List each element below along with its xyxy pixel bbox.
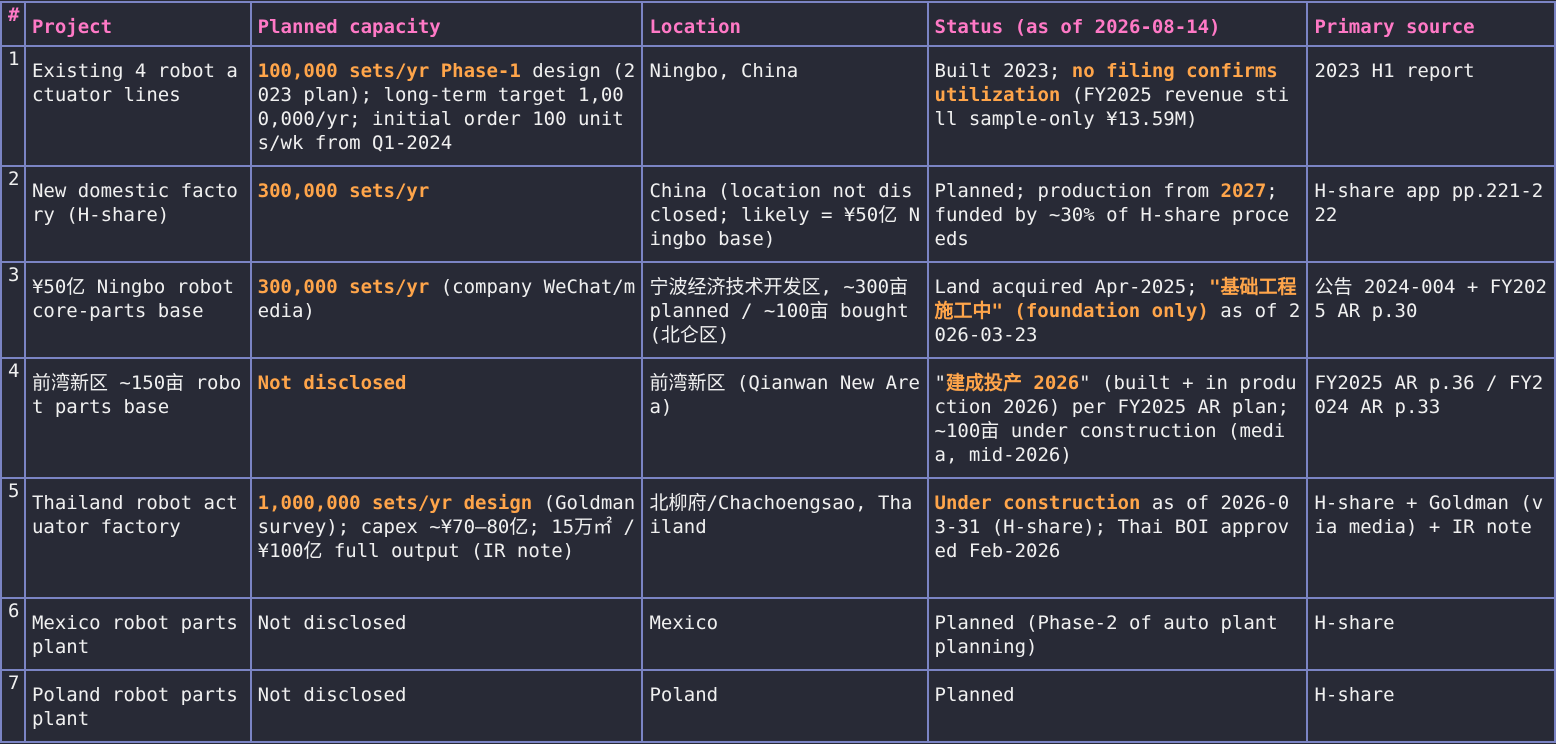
cell-text: Planned [934, 684, 1015, 706]
location-cell: Mexico [641, 597, 929, 671]
header-row: # Project Planned capacity Location Stat… [0, 1, 1556, 47]
highlighted-text: Not disclosed [257, 372, 407, 394]
cell-text: Mexico [649, 612, 719, 634]
highlighted-text: 建成投产 2026 [945, 372, 1080, 394]
header-index: # [0, 1, 26, 47]
source-cell: 公告 2024-004 + FY2025 AR p.30 [1306, 261, 1556, 359]
project-cell: Poland robot parts plant [23, 669, 252, 743]
cell-text: Built 2023; [934, 60, 1072, 82]
status-cell: Planned (Phase-2 of auto plant planning) [926, 597, 1309, 671]
project-cell: Mexico robot parts plant [23, 597, 252, 671]
status-cell: Under construction as of 2026-03-31 (H-s… [926, 477, 1309, 599]
table-row: 1 Existing 4 robot actuator lines 100,00… [0, 45, 1556, 167]
header-status: Status (as of 2026-08-14) [926, 1, 1309, 47]
project-cell: Thailand robot actuator factory [23, 477, 252, 599]
location-cell: 北柳府/Chachoengsao, Thailand [641, 477, 929, 599]
row-number: 7 [0, 669, 26, 743]
cell-text: Not disclosed [257, 612, 407, 634]
cell-text: 前湾新区 (Qianwan New Area) [649, 372, 920, 418]
row-number: 1 [0, 45, 26, 167]
project-cell: ¥50亿 Ningbo robot core-parts base [23, 261, 252, 359]
cell-text: Land acquired Apr-2025; [934, 276, 1210, 298]
location-cell: China (location not disclosed; likely = … [641, 165, 929, 263]
table-row: 6 Mexico robot parts plant Not disclosed… [0, 597, 1556, 671]
cell-text: Planned (Phase-2 of auto plant planning) [934, 612, 1278, 658]
capacity-cell: Not disclosed [249, 357, 644, 479]
location-cell: 前湾新区 (Qianwan New Area) [641, 357, 929, 479]
cell-text: Ningbo, China [649, 60, 799, 82]
table-row: 2 New domestic factory (H-share) 300,000… [0, 165, 1556, 263]
capacity-cell: 300,000 sets/yr [249, 165, 644, 263]
source-cell: H-share app pp.221-222 [1306, 165, 1556, 263]
project-cell: 前湾新区 ~150亩 robot parts base [23, 357, 252, 479]
highlighted-text: 100,000 sets/yr Phase-1 [257, 60, 521, 82]
row-number: 5 [0, 477, 26, 599]
row-number: 6 [0, 597, 26, 671]
project-cell: New domestic factory (H-share) [23, 165, 252, 263]
header-planned-capacity: Planned capacity [249, 1, 644, 47]
cell-text: Planned; production from [934, 180, 1221, 202]
source-cell: H-share [1306, 597, 1556, 671]
location-cell: Poland [641, 669, 929, 743]
project-cell: Existing 4 robot actuator lines [23, 45, 252, 167]
row-number: 3 [0, 261, 26, 359]
highlighted-text: 300,000 sets/yr [257, 180, 430, 202]
location-cell: Ningbo, China [641, 45, 929, 167]
cell-text: Not disclosed [257, 684, 407, 706]
row-number: 4 [0, 357, 26, 479]
table-body: 1 Existing 4 robot actuator lines 100,00… [0, 45, 1556, 743]
header-location: Location [641, 1, 929, 47]
header-primary-source: Primary source [1306, 1, 1556, 47]
status-cell: "建成投产 2026" (built + in production 2026)… [926, 357, 1309, 479]
capacity-cell: 1,000,000 sets/yr design (Goldman survey… [249, 477, 644, 599]
status-cell: Planned; production from 2027; funded by… [926, 165, 1309, 263]
table-row: 7 Poland robot parts plant Not disclosed… [0, 669, 1556, 743]
status-cell: Built 2023; no filing confirms utilizati… [926, 45, 1309, 167]
capacity-table: # Project Planned capacity Location Stat… [0, 1, 1556, 743]
highlighted-text: Under construction [934, 492, 1141, 514]
cell-text: China (location not disclosed; likely = … [649, 180, 921, 250]
status-cell: Planned [926, 669, 1309, 743]
capacity-cell: 300,000 sets/yr (company WeChat/media) [249, 261, 644, 359]
highlighted-text: 2027 [1220, 180, 1267, 202]
table-row: 4 前湾新区 ~150亩 robot parts base Not disclo… [0, 357, 1556, 479]
highlighted-text: 1,000,000 sets/yr design [257, 492, 533, 514]
cell-text: 北柳府/Chachoengsao, Thailand [649, 492, 913, 538]
highlighted-text: 300,000 sets/yr [257, 276, 430, 298]
capacity-cell: Not disclosed [249, 669, 644, 743]
cell-text: 宁波经济技术开发区, ~300亩 planned / ~100亩 bought … [649, 276, 909, 346]
source-cell: FY2025 AR p.36 / FY2024 AR p.33 [1306, 357, 1556, 479]
cell-text: Poland [649, 684, 719, 706]
capacity-cell: 100,000 sets/yr Phase-1 design (2023 pla… [249, 45, 644, 167]
status-cell: Land acquired Apr-2025; "基础工程施工中" (found… [926, 261, 1309, 359]
source-cell: 2023 H1 report [1306, 45, 1556, 167]
location-cell: 宁波经济技术开发区, ~300亩 planned / ~100亩 bought … [641, 261, 929, 359]
source-cell: H-share + Goldman (via media) + IR note [1306, 477, 1556, 599]
table-row: 5 Thailand robot actuator factory 1,000,… [0, 477, 1556, 599]
cell-text: " [934, 372, 946, 394]
row-number: 2 [0, 165, 26, 263]
table-row: 3 ¥50亿 Ningbo robot core-parts base 300,… [0, 261, 1556, 359]
capacity-cell: Not disclosed [249, 597, 644, 671]
source-cell: H-share [1306, 669, 1556, 743]
header-project: Project [23, 1, 252, 47]
